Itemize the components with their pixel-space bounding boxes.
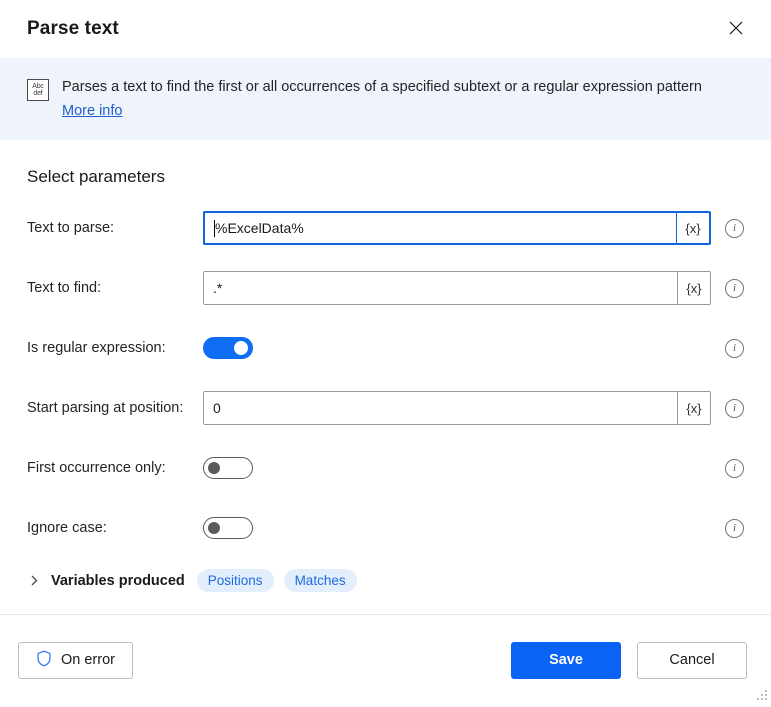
text-to-find-input[interactable]: .* {x} [203, 271, 711, 305]
text-to-find-value[interactable]: .* [204, 272, 677, 304]
dialog-footer: On error Save Cancel [0, 615, 771, 705]
toggle-knob [234, 341, 248, 355]
text-to-parse-variable-button[interactable]: {x} [676, 213, 709, 243]
variable-pill-matches[interactable]: Matches [283, 569, 357, 592]
field-label-first-occurrence-only: First occurrence only: [27, 460, 166, 476]
text-to-find-variable-button[interactable]: {x} [677, 272, 710, 304]
cancel-button[interactable]: Cancel [637, 641, 747, 679]
info-icon-first-occurrence-only[interactable]: i [725, 458, 744, 478]
on-error-button[interactable]: On error [18, 641, 133, 679]
more-info-link[interactable]: More info [62, 103, 122, 119]
ignore-case-toggle[interactable] [203, 517, 253, 539]
toggle-knob [208, 522, 220, 534]
field-row-start-parsing-at-position: Start parsing at position: 0 {x} i [27, 389, 744, 427]
field-row-first-occurrence-only: First occurrence only: i [27, 449, 744, 487]
abc-def-icon-line1: Abc [32, 83, 44, 90]
action-description: Parses a text to find the first or all o… [62, 79, 702, 95]
info-icon-text-to-parse[interactable]: i [725, 218, 744, 238]
text-to-parse-value: %ExcelData% [215, 220, 304, 236]
field-label-text-to-find: Text to find: [27, 280, 102, 296]
start-parsing-variable-button[interactable]: {x} [677, 392, 710, 424]
start-parsing-at-position-input[interactable]: 0 {x} [203, 391, 711, 425]
variables-produced-row: Variables produced Positions Matches [27, 569, 744, 608]
close-button[interactable] [715, 10, 757, 48]
description-banner: Abc def Parses a text to find the first … [0, 58, 771, 140]
text-to-parse-value-wrap[interactable]: %ExcelData% [205, 213, 676, 243]
info-icon-ignore-case[interactable]: i [725, 518, 744, 538]
field-label-text-to-parse: Text to parse: [27, 220, 115, 236]
abc-def-text-icon: Abc def [27, 79, 49, 101]
info-icon-is-regular-expression[interactable]: i [725, 338, 744, 358]
variable-pill-positions[interactable]: Positions [196, 569, 274, 592]
resize-grip-icon[interactable] [755, 689, 768, 702]
save-button[interactable]: Save [511, 641, 621, 679]
parameters-body: Select parameters Text to parse: %ExcelD… [0, 167, 771, 608]
text-to-parse-input[interactable]: %ExcelData% {x} [203, 211, 711, 245]
dialog-titlebar: Parse text [0, 0, 771, 58]
variables-produced-label[interactable]: Variables produced [51, 573, 185, 589]
first-occurrence-only-toggle[interactable] [203, 457, 253, 479]
section-title: Select parameters [27, 167, 165, 186]
info-icon-text-to-find[interactable]: i [725, 278, 744, 298]
shield-icon [36, 650, 52, 671]
info-icon-start-parsing-at-position[interactable]: i [725, 398, 744, 418]
field-label-is-regular-expression: Is regular expression: [27, 340, 166, 356]
abc-def-icon-line2: def [33, 90, 43, 97]
page-title: Parse text [27, 18, 119, 39]
field-row-is-regular-expression: Is regular expression: i [27, 329, 744, 367]
close-icon [729, 21, 743, 38]
chevron-right-icon[interactable] [27, 575, 41, 586]
on-error-label: On error [61, 652, 115, 668]
is-regular-expression-toggle[interactable] [203, 337, 253, 359]
field-row-ignore-case: Ignore case: i [27, 509, 744, 547]
field-label-ignore-case: Ignore case: [27, 520, 107, 536]
field-row-text-to-parse: Text to parse: %ExcelData% {x} i [27, 209, 744, 247]
field-label-start-parsing-at-position: Start parsing at position: [27, 400, 184, 416]
start-parsing-at-position-value[interactable]: 0 [204, 392, 677, 424]
field-row-text-to-find: Text to find: .* {x} i [27, 269, 744, 307]
toggle-knob [208, 462, 220, 474]
